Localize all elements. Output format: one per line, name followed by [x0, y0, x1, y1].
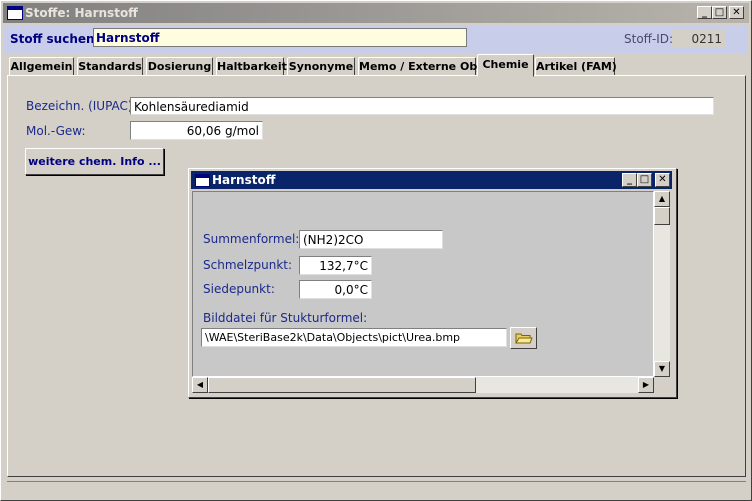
subwindow-title: Harnstoff	[212, 173, 276, 187]
more-chem-info-button[interactable]: weitere chem. Info ...	[25, 148, 164, 175]
harnstoff-subwindow: Harnstoff _ □ ✕ Summenformel: (NH2)2CO S…	[188, 168, 677, 398]
tab-artikel-fam[interactable]: Artikel (FAM)	[535, 57, 617, 76]
tab-dosierung[interactable]: Dosierung	[146, 57, 213, 76]
tab-allgemein[interactable]: Allgemein	[9, 57, 74, 76]
iupac-field[interactable]: Kohlensäurediamid	[130, 97, 714, 115]
scroll-up-arrow[interactable]: ▲	[654, 191, 670, 207]
schmelzpunkt-label: Schmelzpunkt:	[203, 258, 293, 272]
bilddatei-label: Bilddatei für Stukturformel:	[203, 311, 368, 325]
subwindow-titlebar[interactable]: Harnstoff _ □ ✕	[191, 171, 672, 189]
form-icon	[7, 6, 23, 20]
scroll-down-arrow[interactable]: ▼	[654, 361, 670, 377]
horizontal-scroll-thumb[interactable]	[208, 377, 476, 393]
tab-haltbarkeit[interactable]: Haltbarkeit	[216, 57, 287, 76]
siedepunkt-field[interactable]: 0,0°C	[299, 280, 372, 299]
vertical-scroll-thumb[interactable]	[654, 207, 670, 225]
molgew-field[interactable]: 60,06 g/mol	[130, 121, 263, 140]
tab-standards[interactable]: Standards	[77, 57, 143, 76]
summenformel-field[interactable]: (NH2)2CO	[299, 230, 443, 249]
bilddatei-field[interactable]: \WAE\SteriBase2k\Data\Objects\pict\Urea.…	[201, 328, 507, 347]
siedepunkt-label: Siedepunkt:	[203, 282, 275, 296]
sub-maximize-button[interactable]: □	[637, 173, 652, 187]
schmelzpunkt-field[interactable]: 132,7°C	[299, 256, 372, 275]
main-window: Stoffe: Harnstoff _ □ ✕ Stoff suchen: Ha…	[0, 0, 752, 501]
search-input[interactable]: Harnstoff	[93, 28, 467, 47]
sub-minimize-button[interactable]: _	[622, 173, 637, 187]
iupac-label: Bezeichn. (IUPAC):	[26, 99, 137, 113]
tab-synonyme[interactable]: Synonyme	[287, 57, 355, 76]
summenformel-label: Summenformel:	[203, 232, 300, 246]
stoff-id-value: 0211	[672, 29, 726, 47]
subform-icon	[195, 174, 210, 187]
browse-folder-button[interactable]	[510, 327, 537, 349]
close-button[interactable]: ✕	[729, 6, 744, 19]
minimize-button[interactable]: _	[697, 6, 712, 19]
vertical-scrollbar[interactable]: ▲ ▼	[654, 191, 670, 377]
horizontal-scrollbar[interactable]: ◀ ▶	[192, 377, 654, 393]
scroll-right-arrow[interactable]: ▶	[638, 377, 654, 393]
search-bar: Stoff suchen: Harnstoff Stoff-ID: 0211	[4, 25, 748, 53]
sub-close-button[interactable]: ✕	[655, 173, 670, 187]
folder-open-icon	[515, 333, 533, 344]
tab-memo-externe-obj[interactable]: Memo / Externe Obj.	[358, 57, 485, 76]
subwindow-client: Summenformel: (NH2)2CO Schmelzpunkt: 132…	[192, 191, 654, 377]
window-title: Stoffe: Harnstoff	[25, 6, 138, 20]
main-titlebar[interactable]: Stoffe: Harnstoff _ □ ✕	[3, 3, 749, 23]
status-bar	[7, 481, 746, 498]
maximize-button[interactable]: □	[712, 6, 727, 19]
scroll-left-arrow[interactable]: ◀	[192, 377, 208, 393]
molgew-label: Mol.-Gew:	[26, 124, 86, 138]
search-label: Stoff suchen:	[10, 32, 100, 46]
stoff-id-label: Stoff-ID:	[624, 32, 674, 46]
tab-chemie[interactable]: Chemie	[477, 54, 534, 77]
